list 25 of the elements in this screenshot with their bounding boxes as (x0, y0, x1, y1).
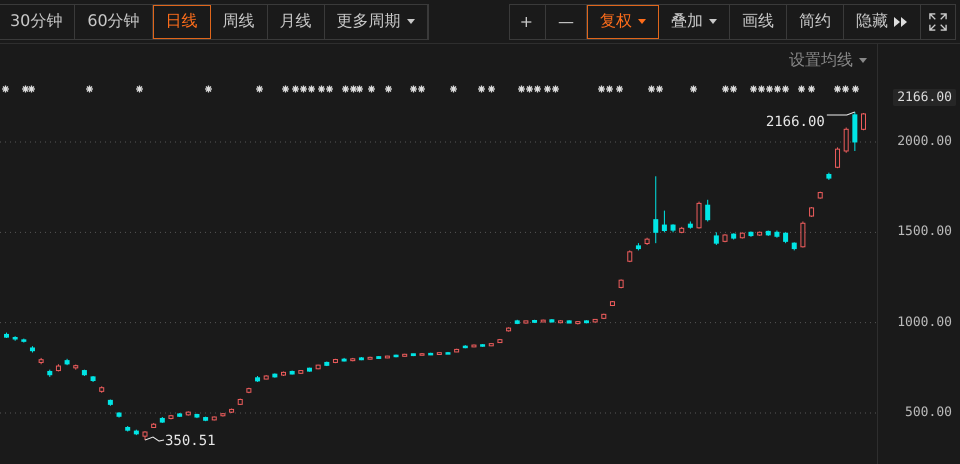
candlestick (835, 146, 840, 169)
candlestick (627, 250, 632, 263)
price-axis-label: 1000.00 (897, 314, 952, 330)
candlestick (662, 210, 667, 233)
candlestick (809, 206, 814, 218)
candlestick (653, 176, 658, 244)
candlestick (800, 220, 806, 248)
leader-line (826, 111, 856, 116)
ma-settings-dropdown[interactable]: 设置均线 (789, 50, 867, 71)
candlestick (714, 232, 719, 246)
leader-line (144, 436, 164, 442)
fullscreen-icon (929, 12, 947, 30)
candlestick (844, 126, 849, 154)
price-annotation: 350.51 (165, 433, 216, 450)
price-axis-label: 2000.00 (897, 134, 952, 149)
candlestick (705, 199, 710, 222)
toolbar-button[interactable]: 复权 (587, 4, 659, 38)
price-axis-label: 1500.00 (897, 224, 952, 240)
candlestick (861, 112, 866, 131)
current-price-tag: 2166.00 (893, 89, 956, 106)
caret-icon (859, 58, 867, 63)
price-annotation: 2166.00 (766, 114, 825, 130)
double-arrow-icon (894, 16, 908, 26)
price-axis-label: 500.00 (905, 405, 952, 420)
period-tab[interactable]: 日线 (152, 4, 211, 38)
